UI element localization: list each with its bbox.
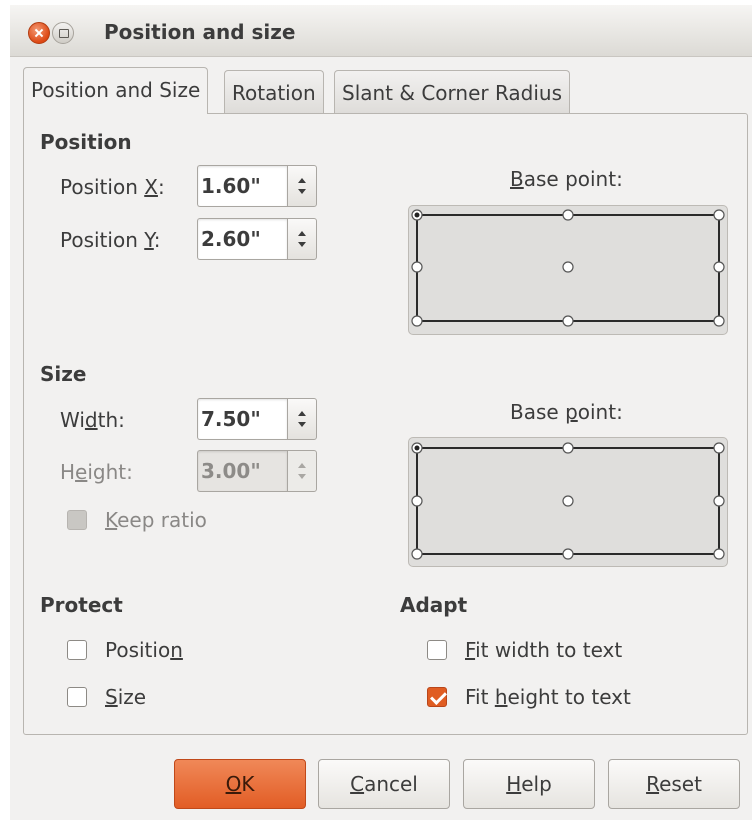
protect-size-box[interactable] bbox=[67, 687, 87, 707]
protect-size-checkbox[interactable]: Size bbox=[67, 685, 146, 709]
fit-width-label: Fit width to text bbox=[465, 638, 623, 662]
protect-position-box[interactable] bbox=[67, 640, 87, 660]
base-point-middle-left bbox=[411, 495, 423, 507]
base-point-top-center bbox=[562, 442, 574, 454]
base-point-bottom-right bbox=[713, 548, 725, 560]
protect-section-title: Protect bbox=[40, 593, 123, 617]
base-point-grid bbox=[411, 209, 725, 327]
tab-slant-corner-radius[interactable]: Slant & Corner Radius bbox=[334, 70, 571, 114]
reset-button[interactable]: Reset bbox=[608, 759, 740, 809]
adapt-section-title: Adapt bbox=[400, 593, 468, 617]
width-label: Width: bbox=[60, 408, 125, 432]
protect-position-label: Position bbox=[105, 638, 183, 662]
keep-ratio-checkbox: Keep ratio bbox=[67, 508, 207, 532]
tab-rotation[interactable]: Rotation bbox=[224, 70, 324, 114]
position-base-point-label: Base point: bbox=[510, 167, 623, 191]
position-y-spin-button[interactable] bbox=[287, 218, 317, 260]
spin-up-icon bbox=[298, 463, 306, 468]
keep-ratio-label: Keep ratio bbox=[105, 508, 207, 532]
base-point-bottom-left bbox=[411, 315, 423, 327]
position-x-spinbox: 1.60" bbox=[197, 165, 317, 207]
size-base-point-label: Base point: bbox=[510, 400, 623, 424]
close-window-icon[interactable] bbox=[28, 22, 50, 44]
spin-down-icon bbox=[298, 474, 306, 479]
position-x-label: Position X: bbox=[60, 175, 165, 199]
fit-height-box[interactable] bbox=[427, 687, 447, 707]
position-y-spinbox: 2.60" bbox=[197, 218, 317, 260]
position-y-input[interactable]: 2.60" bbox=[197, 218, 287, 260]
base-point-bottom-left bbox=[411, 548, 423, 560]
base-point-bottom-center bbox=[562, 548, 574, 560]
spin-up-icon bbox=[298, 231, 306, 236]
base-point-grid bbox=[411, 442, 725, 560]
width-input[interactable]: 7.50" bbox=[197, 398, 287, 440]
base-point-center bbox=[562, 261, 574, 273]
base-point-center bbox=[562, 495, 574, 507]
position-and-size-dialog: Position and size Position and Size Rota… bbox=[10, 5, 752, 820]
fit-width-box[interactable] bbox=[427, 640, 447, 660]
dialog-title: Position and size bbox=[104, 20, 296, 44]
title-bar: Position and size bbox=[10, 5, 752, 57]
base-point-middle-right bbox=[713, 261, 725, 273]
base-point-middle-right bbox=[713, 495, 725, 507]
size-section-title: Size bbox=[40, 362, 87, 386]
width-spinbox: 7.50" bbox=[197, 398, 317, 440]
fit-height-checkbox[interactable]: Fit height to text bbox=[427, 685, 631, 709]
base-point-top-right bbox=[713, 209, 725, 221]
fit-height-label: Fit height to text bbox=[465, 685, 631, 709]
ok-button[interactable]: OK bbox=[174, 759, 306, 809]
fit-width-checkbox[interactable]: Fit width to text bbox=[427, 638, 622, 662]
protect-position-checkbox[interactable]: Position bbox=[67, 638, 183, 662]
width-spin-button[interactable] bbox=[287, 398, 317, 440]
base-point-top-right bbox=[713, 442, 725, 454]
base-point-middle-left bbox=[411, 261, 423, 273]
position-section-title: Position bbox=[40, 130, 132, 154]
base-point-top-center bbox=[562, 209, 574, 221]
position-x-input[interactable]: 1.60" bbox=[197, 165, 287, 207]
spin-up-icon bbox=[298, 411, 306, 416]
height-input: 3.00" bbox=[197, 450, 287, 492]
height-label: Height: bbox=[60, 460, 133, 484]
height-spin-button bbox=[287, 450, 317, 492]
maximize-window-icon[interactable] bbox=[52, 22, 74, 44]
spin-up-icon bbox=[298, 178, 306, 183]
keep-ratio-box bbox=[67, 510, 87, 530]
spin-down-icon bbox=[298, 242, 306, 247]
help-button[interactable]: Help bbox=[463, 759, 595, 809]
position-base-point-selector[interactable] bbox=[408, 205, 728, 335]
spin-down-icon bbox=[298, 422, 306, 427]
base-point-bottom-right bbox=[713, 315, 725, 327]
protect-size-label: Size bbox=[105, 685, 147, 709]
size-base-point-selector[interactable] bbox=[408, 437, 728, 567]
cancel-button[interactable]: Cancel bbox=[318, 759, 450, 809]
height-spinbox: 3.00" bbox=[197, 450, 317, 492]
position-y-label: Position Y: bbox=[60, 228, 161, 252]
base-point-bottom-center bbox=[562, 315, 574, 327]
tab-position-and-size[interactable]: Position and Size bbox=[23, 67, 209, 114]
position-x-spin-button[interactable] bbox=[287, 165, 317, 207]
spin-down-icon bbox=[298, 189, 306, 194]
